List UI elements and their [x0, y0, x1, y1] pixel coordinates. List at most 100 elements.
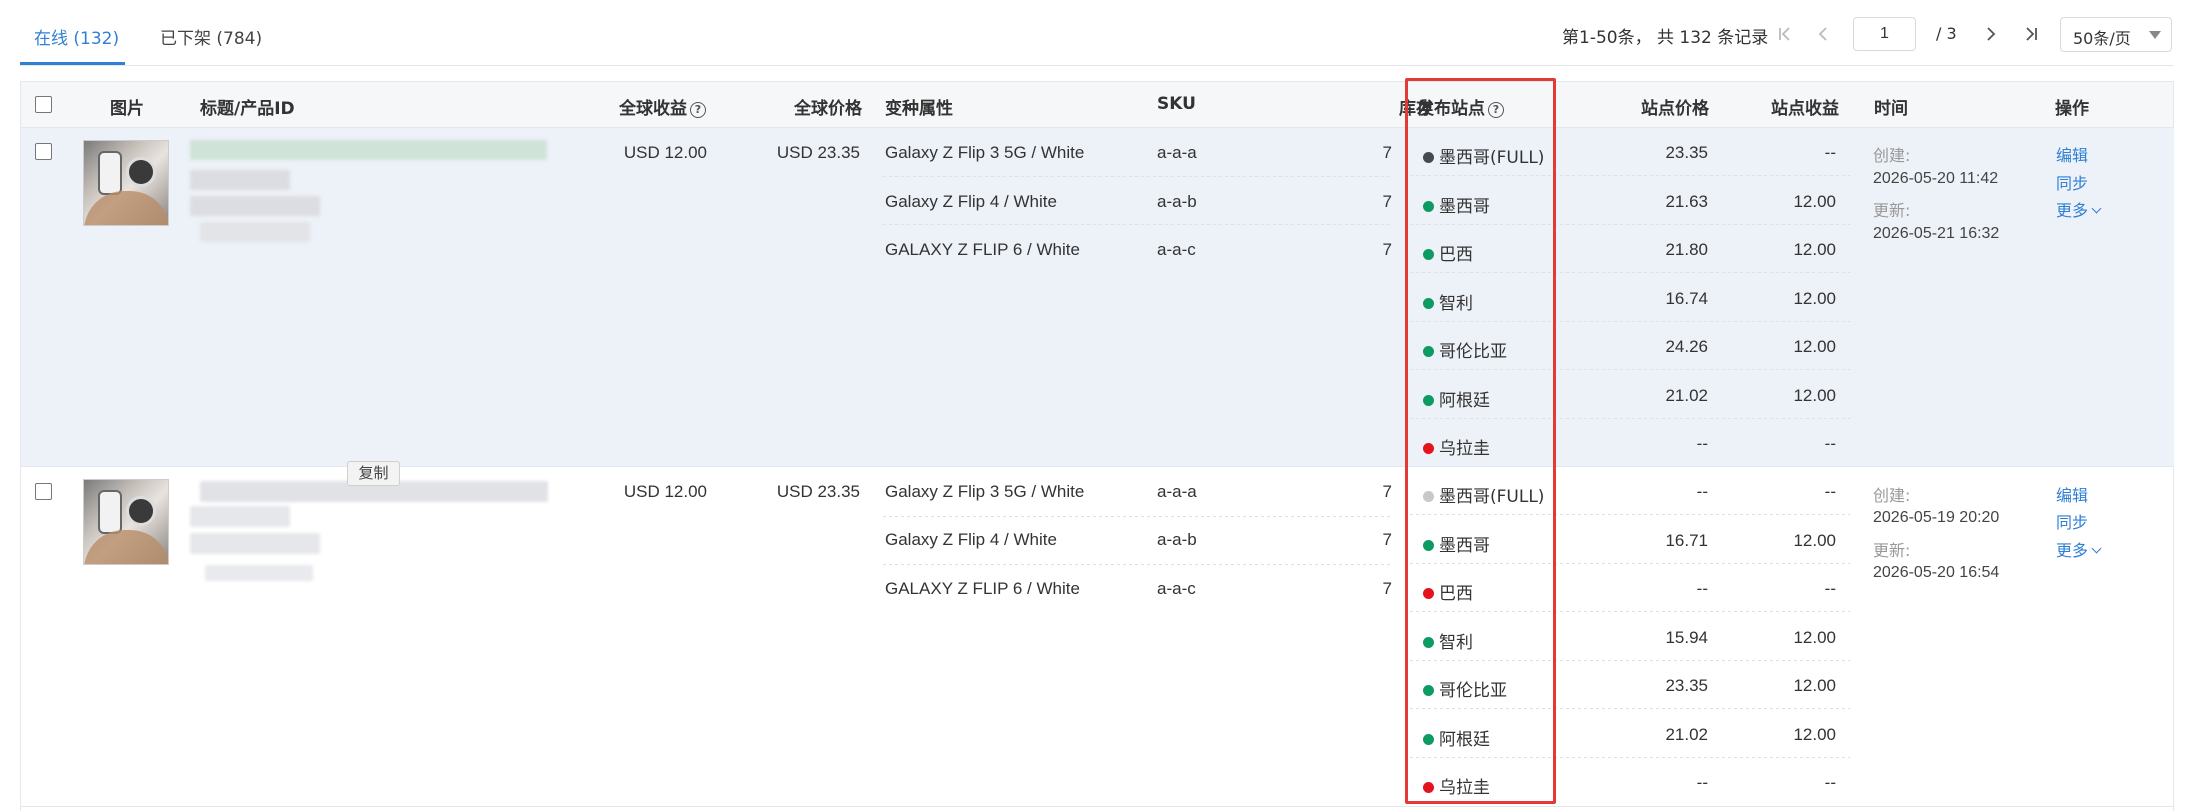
variant-name: Galaxy Z Flip 3 5G / White	[885, 143, 1085, 162]
updated-label: 更新:	[1873, 201, 1911, 220]
page-number-input[interactable]	[1853, 17, 1916, 51]
row-checkbox[interactable]	[35, 143, 52, 160]
row-checkbox[interactable]	[35, 483, 52, 500]
variant-stock: 7	[1382, 240, 1392, 259]
site-profit: 12.00	[1793, 725, 1836, 744]
variant-sku: a-a-c	[1157, 240, 1196, 259]
site-price: 21.80	[1665, 240, 1708, 259]
updated-time: 2026-05-20 16:54	[1873, 564, 2000, 581]
prev-page-icon[interactable]	[1810, 20, 1836, 48]
sync-link[interactable]: 同步	[2056, 170, 2088, 194]
row-divider	[21, 806, 2174, 807]
tab-online[interactable]: 在线 (132)	[34, 24, 119, 49]
site-profit: 12.00	[1793, 386, 1836, 405]
first-page-icon[interactable]	[1772, 20, 1798, 48]
chevron-down-icon	[2149, 31, 2161, 39]
variant-sku: a-a-c	[1157, 579, 1196, 598]
variant-stock: 7	[1382, 192, 1392, 211]
site-price: 16.74	[1665, 289, 1708, 308]
page-total: / 3	[1936, 24, 1957, 43]
site-profit: 12.00	[1793, 192, 1836, 211]
site-price: --	[1696, 482, 1708, 501]
site-profit: 12.00	[1793, 240, 1836, 259]
variant-stock: 7	[1382, 143, 1392, 162]
site-column-highlight	[1405, 78, 1556, 804]
site-profit: 12.00	[1793, 676, 1836, 695]
header-site-profit: 站点收益	[1771, 99, 1839, 119]
blurred-text	[190, 533, 320, 554]
global-price: USD 23.35	[776, 482, 860, 501]
site-profit: --	[1824, 482, 1836, 501]
pagination-range: 第1-50条， 共 132 条记录	[1562, 28, 1769, 48]
site-price: --	[1696, 579, 1708, 598]
created-label: 创建:	[1873, 486, 1911, 505]
header-variant: 变种属性	[885, 99, 953, 119]
header-site-price: 站点价格	[1641, 99, 1709, 119]
variant-sku: a-a-a	[1157, 143, 1197, 162]
table-header	[20, 81, 2174, 128]
site-profit: 12.00	[1793, 289, 1836, 308]
site-profit: --	[1824, 773, 1836, 792]
blurred-text	[200, 222, 310, 242]
variant-name: GALAXY Z FLIP 6 / White	[885, 240, 1080, 259]
site-profit: --	[1824, 143, 1836, 162]
variant-divider	[883, 176, 1393, 177]
blurred-title	[190, 140, 547, 160]
blurred-product-id	[190, 170, 290, 190]
site-price: 24.26	[1665, 337, 1708, 356]
site-profit: --	[1824, 434, 1836, 453]
updated-time: 2026-05-21 16:32	[1873, 225, 2000, 242]
variant-divider	[883, 516, 1393, 517]
tab-delisted[interactable]: 已下架 (784)	[160, 24, 262, 49]
variant-name: GALAXY Z FLIP 6 / White	[885, 579, 1080, 598]
variant-sku: a-a-b	[1157, 192, 1197, 211]
variant-name: Galaxy Z Flip 3 5G / White	[885, 482, 1085, 501]
global-profit: USD 12.00	[623, 482, 707, 501]
more-dropdown[interactable]: 更多	[2056, 197, 2102, 221]
variant-sku: a-a-a	[1157, 482, 1197, 501]
product-image[interactable]	[83, 140, 169, 226]
more-dropdown[interactable]: 更多	[2056, 537, 2102, 561]
header-sku: SKU	[1157, 94, 1196, 114]
updated-label: 更新:	[1873, 541, 1911, 560]
table-row-highlighted	[21, 128, 2174, 466]
variant-stock: 7	[1382, 579, 1392, 598]
next-page-icon[interactable]	[1978, 20, 2004, 48]
product-image[interactable]	[83, 479, 169, 565]
created-time: 2026-05-19 20:20	[1873, 509, 2000, 526]
last-page-icon[interactable]	[2018, 20, 2044, 48]
copy-tooltip[interactable]: 复制	[347, 461, 400, 486]
created-label: 创建:	[1873, 146, 1911, 165]
select-all-checkbox[interactable]	[35, 96, 52, 113]
variant-divider	[883, 564, 1393, 565]
site-price: --	[1696, 434, 1708, 453]
page-size-select[interactable]: 50条/页	[2060, 17, 2172, 52]
blurred-product-id	[190, 506, 290, 527]
site-profit: --	[1824, 579, 1836, 598]
variant-name: Galaxy Z Flip 4 / White	[885, 530, 1057, 549]
chevron-down-icon	[2091, 203, 2102, 214]
row-divider	[21, 466, 2174, 467]
top-bar: 在线 (132) 已下架 (784) 第1-50条， 共 132 条记录 / 3…	[0, 0, 2201, 66]
created-time: 2026-05-20 11:42	[1873, 170, 1999, 187]
site-price: 23.35	[1665, 143, 1708, 162]
site-price: 16.71	[1665, 531, 1708, 550]
variant-name: Galaxy Z Flip 4 / White	[885, 192, 1057, 211]
edit-link[interactable]: 编辑	[2056, 482, 2088, 506]
help-icon[interactable]: ?	[690, 102, 706, 118]
variant-stock: 7	[1382, 482, 1392, 501]
global-profit: USD 12.00	[623, 143, 707, 162]
site-price: 21.02	[1665, 725, 1708, 744]
site-price: 21.02	[1665, 386, 1708, 405]
blurred-text	[205, 565, 313, 581]
header-global-price: 全球价格	[794, 99, 862, 119]
chevron-down-icon	[2091, 543, 2102, 554]
header-global-profit: 全球收益?	[619, 94, 706, 119]
sync-link[interactable]: 同步	[2056, 509, 2088, 533]
site-profit: 12.00	[1793, 628, 1836, 647]
site-price: 21.63	[1665, 192, 1708, 211]
header-image: 图片	[110, 99, 144, 119]
page-size-value: 50条/页	[2073, 29, 2131, 48]
header-time: 时间	[1874, 99, 1908, 119]
edit-link[interactable]: 编辑	[2056, 142, 2088, 166]
